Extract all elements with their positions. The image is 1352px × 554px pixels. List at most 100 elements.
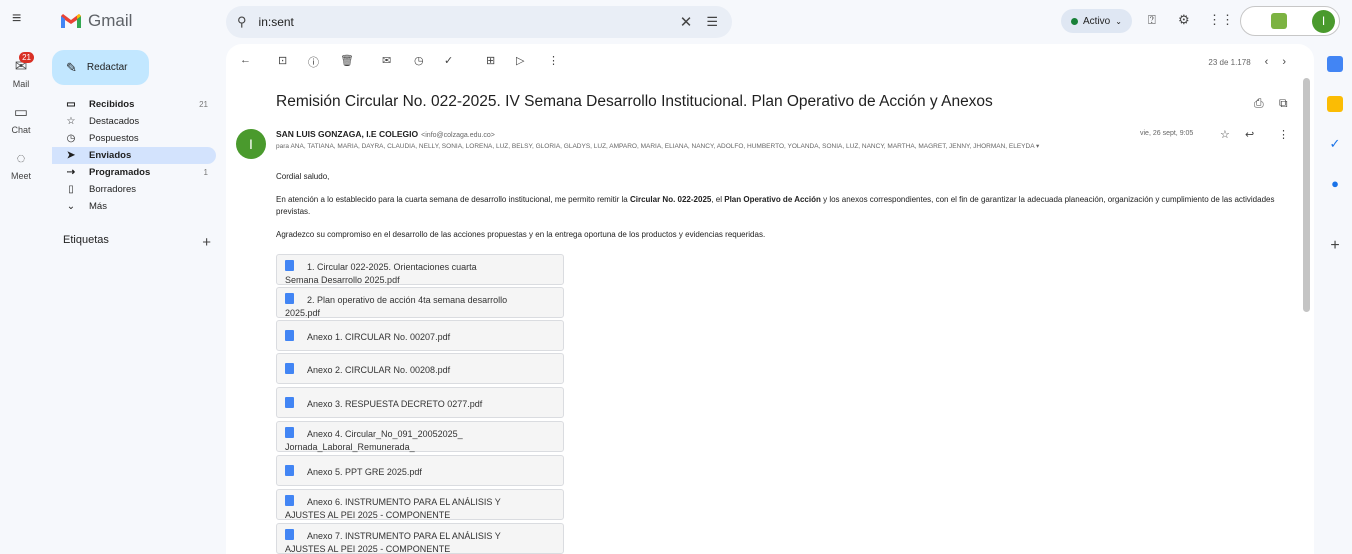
rail-label-meet: Meet <box>10 171 31 181</box>
greeting: Cordial saludo, <box>276 172 330 181</box>
mail-icon: ✉ 21 <box>10 52 34 76</box>
organization-crest-icon <box>1271 13 1287 29</box>
draft-icon: ▯ <box>68 184 74 195</box>
recipients[interactable]: para ANA, TATIANA, MARIA, DAYRA, CLAUDIA… <box>276 142 1196 150</box>
rail-label-mail: Mail <box>12 79 30 89</box>
attachment-item[interactable]: 2. Plan operativo de acción 4ta semana d… <box>276 287 564 318</box>
inbox-icon: ▭ <box>66 99 76 110</box>
gmail-logo[interactable]: Gmail <box>60 11 132 31</box>
attachment-item[interactable]: Anexo 7. INSTRUMENTO PARA EL ANÁLISIS Y … <box>276 523 564 554</box>
more-vert-icon[interactable]: ⋮ <box>1278 128 1289 141</box>
search-bar[interactable]: ⚲ in:sent ✕ ☰ <box>226 6 732 38</box>
report-spam-icon[interactable]: ⓘ <box>308 54 319 70</box>
nav-label: Borradores <box>89 184 136 195</box>
more-vert-icon[interactable]: ⋮ <box>548 54 559 67</box>
labels-header: Etiquetas + <box>63 234 211 251</box>
compose-button[interactable]: ✎ Redactar <box>52 50 149 85</box>
body-paragraph-1: En atención a lo establecido para la cua… <box>276 194 1306 218</box>
circular-reference: Circular No. 022-2025 <box>629 195 712 204</box>
sender-avatar[interactable]: I <box>236 129 266 159</box>
move-to-icon[interactable]: ⊞ <box>486 54 495 67</box>
archive-icon[interactable]: ⊡ <box>278 54 287 67</box>
pagination: 23 de 1.178 ‹ › <box>1208 56 1286 68</box>
labels-title: Etiquetas <box>63 234 109 246</box>
attachment-item[interactable]: Anexo 3. RESPUESTA DECRETO 0277.pdf <box>276 387 564 418</box>
nav-label: Enviados <box>89 150 132 161</box>
unread-badge: 21 <box>19 52 34 63</box>
next-chevron-icon[interactable]: › <box>1282 56 1286 68</box>
attachment-name: 2. Plan operativo de acción 4ta semana d… <box>285 295 508 318</box>
pencil-icon: ✎ <box>66 59 77 75</box>
clock-icon: ◷ <box>66 133 76 144</box>
mark-unread-icon[interactable]: ✉ <box>382 54 391 67</box>
clear-search-icon[interactable]: ✕ <box>680 13 693 31</box>
plan-reference: Plan Operativo de Acción <box>724 195 821 204</box>
sender-email: <info@colzaga.edu.co> <box>421 132 495 139</box>
back-arrow-icon[interactable]: ← <box>240 54 251 66</box>
chat-icon: ▭ <box>13 104 29 121</box>
status-dot-icon <box>1071 17 1078 25</box>
settings-gear-icon[interactable]: ⚙ <box>1178 12 1190 28</box>
attachment-item[interactable]: Anexo 1. CIRCULAR No. 00207.pdf <box>276 320 564 351</box>
calendar-icon[interactable] <box>1327 56 1343 72</box>
sender-name[interactable]: SAN LUIS GONZAGA, I.E COLEGIO <box>276 129 418 139</box>
prev-chevron-icon[interactable]: ‹ <box>1265 56 1269 68</box>
keep-icon[interactable] <box>1327 96 1343 112</box>
email-body: Cordial saludo, En atención a lo estable… <box>276 171 1306 252</box>
compose-label: Redactar <box>86 62 128 73</box>
help-icon[interactable]: ⍰ <box>1148 12 1156 28</box>
scheduled-send-icon: ⇢ <box>66 167 76 178</box>
side-panel: ✓ ● + <box>1318 0 1352 554</box>
sender-line: SAN LUIS GONZAGA, I.E COLEGIO <info@colza… <box>276 129 495 139</box>
attachment-item[interactable]: Anexo 6. INSTRUMENTO PARA EL ANÁLISIS Y … <box>276 489 564 533</box>
print-icon[interactable]: ⎙ <box>1254 96 1264 111</box>
nav-label: Recibidos <box>89 99 135 110</box>
main-menu-icon[interactable]: ≡ <box>12 11 28 27</box>
search-options-icon[interactable]: ☰ <box>706 14 718 30</box>
open-new-window-icon[interactable]: ⧉ <box>1279 96 1288 111</box>
contacts-icon[interactable]: ● <box>1327 176 1343 192</box>
delete-icon[interactable]: 🗑 <box>340 54 354 67</box>
nav-item-sent[interactable]: ➤ Enviados <box>52 147 216 164</box>
email-subject: Remisión Circular No. 022-2025. IV Seman… <box>276 93 993 110</box>
nav-item-starred[interactable]: ☆ Destacados <box>52 113 216 130</box>
rail-item-mail[interactable]: ✉ 21 Mail <box>0 52 42 89</box>
attachment-name: Anexo 2. CIRCULAR No. 00208.pdf <box>307 365 451 375</box>
email-date: vie, 26 sept, 9:05 <box>1140 130 1194 137</box>
apps-grid-icon[interactable]: ⋮⋮ <box>1208 12 1234 28</box>
rail-item-chat[interactable]: ▭ Chat <box>0 104 42 135</box>
attachment-item[interactable]: Anexo 4. Circular_No_091_20052025_ Jorna… <box>276 421 564 465</box>
search-input[interactable]: in:sent <box>259 15 680 29</box>
app-rail: ≡ ✉ 21 Mail ▭ Chat ◌ Meet <box>0 0 42 554</box>
attachment-item[interactable]: Anexo 5. PPT GRE 2025.pdf <box>276 455 564 486</box>
snooze-icon[interactable]: ◷ <box>414 54 424 67</box>
nav-item-drafts[interactable]: ▯ Borradores <box>52 181 216 198</box>
nav-item-snoozed[interactable]: ◷ Pospuestos <box>52 130 216 147</box>
rail-item-meet[interactable]: ◌ Meet <box>0 150 42 181</box>
nav-label: Pospuestos <box>89 133 139 144</box>
chevron-down-icon: ⌄ <box>66 201 76 212</box>
add-task-icon[interactable]: ✓ <box>444 54 453 67</box>
add-addon-icon[interactable]: + <box>1327 238 1343 254</box>
attachment-name: Anexo 7. INSTRUMENTO PARA EL ANÁLISIS Y … <box>285 531 501 554</box>
attachment-item[interactable]: 1. Circular 022-2025. Orientaciones cuar… <box>276 254 564 285</box>
search-icon[interactable]: ⚲ <box>237 14 247 30</box>
attachment-name: Anexo 3. RESPUESTA DECRETO 0277.pdf <box>307 399 483 409</box>
app-name: Gmail <box>88 11 133 30</box>
add-label-icon[interactable]: + <box>202 234 211 251</box>
pagination-text: 23 de 1.178 <box>1208 57 1251 67</box>
nav-item-inbox[interactable]: ▭ Recibidos 21 <box>52 96 216 113</box>
nav-item-scheduled[interactable]: ⇢ Programados 1 <box>52 164 216 181</box>
tasks-icon[interactable]: ✓ <box>1327 136 1343 152</box>
nav-item-more[interactable]: ⌄ Más <box>52 198 216 215</box>
nav-count: 21 <box>199 100 208 109</box>
attachment-name: 1. Circular 022-2025. Orientaciones cuar… <box>285 262 477 285</box>
label-icon[interactable]: ▷ <box>516 54 524 67</box>
attachment-item[interactable]: Anexo 2. CIRCULAR No. 00208.pdf <box>276 353 564 384</box>
status-chip[interactable]: Activo ⌄ <box>1061 9 1132 33</box>
attachment-name: Anexo 5. PPT GRE 2025.pdf <box>307 467 422 477</box>
reply-icon[interactable]: ↩ <box>1245 128 1254 141</box>
star-icon: ☆ <box>66 116 76 127</box>
star-icon[interactable]: ☆ <box>1220 128 1230 141</box>
status-label: Activo <box>1083 15 1111 27</box>
